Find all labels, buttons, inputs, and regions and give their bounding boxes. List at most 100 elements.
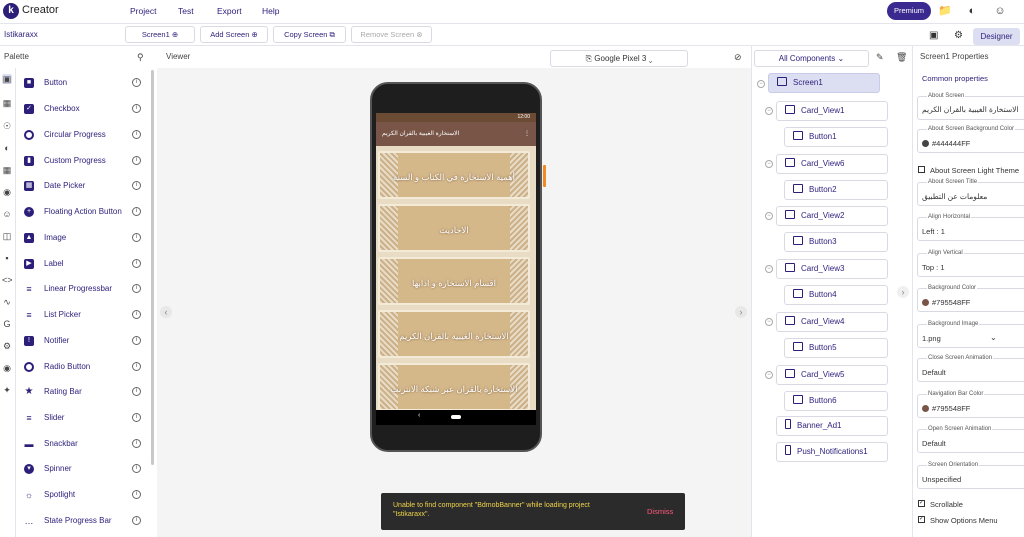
user-icon[interactable]: ☺: [994, 5, 1006, 17]
tree-node-banner-ad1[interactable]: Banner_Ad1: [776, 416, 888, 436]
info-icon[interactable]: i: [132, 464, 141, 473]
palette-item-custom-progress[interactable]: ▮ Custom Progress i: [18, 153, 152, 171]
image-icon[interactable]: ▣: [929, 30, 938, 41]
align-vertical-field[interactable]: Align Vertical Top : 1: [917, 250, 1024, 277]
social-icon[interactable]: ☺: [2, 209, 12, 219]
chevron-left-icon[interactable]: ‹: [160, 306, 172, 318]
puzzle-icon[interactable]: ✦: [2, 385, 12, 395]
collapse-icon[interactable]: −: [765, 318, 773, 326]
palette-item-radio-button[interactable]: Radio Button i: [18, 359, 152, 377]
collapse-icon[interactable]: −: [757, 80, 765, 88]
info-icon[interactable]: i: [132, 362, 141, 371]
tree-node-card-view5[interactable]: Card_View5: [776, 365, 888, 385]
tree-node-button1[interactable]: Button1: [784, 127, 888, 147]
info-icon[interactable]: i: [132, 181, 141, 190]
palette-item-linear-progressbar[interactable]: ≡ Linear Progressbar i: [18, 281, 152, 299]
components-icon[interactable]: ▣: [2, 74, 12, 84]
info-icon[interactable]: i: [132, 130, 141, 139]
delete-icon[interactable]: 🗑: [896, 52, 907, 63]
extension-icon[interactable]: ⚙: [2, 341, 12, 351]
palette-item-slider[interactable]: ≡ Slider i: [18, 410, 152, 428]
palette-scrollbar[interactable]: [151, 70, 154, 465]
layout-icon[interactable]: ▦: [2, 98, 12, 108]
palette-icon[interactable]: ◐: [966, 5, 978, 17]
navigation-bar-color-field[interactable]: Navigation Bar Color #795548FF: [917, 391, 1024, 418]
media-icon[interactable]: ☉: [2, 121, 12, 131]
info-icon[interactable]: i: [132, 490, 141, 499]
screen-selector[interactable]: Screen1 ⊕: [125, 26, 195, 43]
remove-screen-button[interactable]: Remove Screen ⊗: [351, 26, 432, 43]
connectivity-icon[interactable]: ▪: [2, 253, 12, 263]
info-icon[interactable]: i: [132, 413, 141, 422]
menu-test[interactable]: Test: [178, 6, 194, 16]
edit-icon[interactable]: ✎: [876, 52, 884, 63]
palette-item-rating-bar[interactable]: ★ Rating Bar i: [18, 384, 152, 402]
chevron-right-icon[interactable]: ›: [735, 306, 747, 318]
visibility-off-icon[interactable]: ⊘: [734, 52, 742, 63]
sensor-icon[interactable]: ◉: [2, 187, 12, 197]
designer-tab[interactable]: Designer: [973, 28, 1020, 45]
menu-help[interactable]: Help: [262, 6, 279, 16]
palette-item-date-picker[interactable]: ▦ Date Picker i: [18, 178, 152, 196]
tree-node-button2[interactable]: Button2: [784, 180, 888, 200]
screen-orientation-field[interactable]: Screen Orientation Unspecified: [917, 462, 1024, 489]
background-image-field[interactable]: Background Image 1.png ⌄: [917, 321, 1024, 348]
collapse-icon[interactable]: −: [765, 265, 773, 273]
info-icon[interactable]: i: [132, 156, 141, 165]
palette-item-spinner[interactable]: ▾ Spinner i: [18, 461, 152, 479]
background-color-field[interactable]: Background Color #795548FF: [917, 285, 1024, 312]
tab-common-properties[interactable]: Common properties: [922, 74, 988, 83]
info-icon[interactable]: i: [132, 387, 141, 396]
menu-export[interactable]: Export: [217, 6, 242, 16]
tree-node-card-view4[interactable]: Card_View4: [776, 312, 888, 332]
search-icon[interactable]: ⚲: [137, 52, 144, 63]
palette-item-label[interactable]: ▶ Label i: [18, 256, 152, 274]
info-icon[interactable]: i: [132, 104, 141, 113]
collapse-icon[interactable]: −: [765, 371, 773, 379]
tree-node-card-view3[interactable]: Card_View3: [776, 259, 888, 279]
card-3[interactable]: اقسام الاستخارة و ادابها: [378, 257, 530, 305]
info-icon[interactable]: i: [132, 336, 141, 345]
close-screen-animation-field[interactable]: Close Screen Animation Default: [917, 355, 1024, 382]
tree-node-card-view2[interactable]: Card_View2: [776, 206, 888, 226]
card-5[interactable]: الاستخارة بالقران عبر شبكة الانترنت: [378, 363, 530, 411]
palette-item-checkbox[interactable]: ✓ Checkbox i: [18, 101, 152, 119]
tree-node-card-view1[interactable]: Card_View1: [776, 101, 888, 121]
google-icon[interactable]: G: [2, 319, 12, 329]
dismiss-button[interactable]: Dismiss: [647, 507, 673, 516]
palette-icon[interactable]: ◐: [2, 143, 12, 153]
collapse-icon[interactable]: −: [765, 107, 773, 115]
chevron-right-icon[interactable]: ›: [897, 286, 909, 298]
info-icon[interactable]: i: [132, 439, 141, 448]
info-icon[interactable]: i: [132, 78, 141, 87]
device-selector[interactable]: ⎘ Google Pixel 3 ⌄: [550, 50, 688, 67]
menu-project[interactable]: Project: [130, 6, 156, 16]
card-1[interactable]: أهمية الاستخارة في الكتاب و السنة: [378, 151, 530, 199]
tree-node-button3[interactable]: Button3: [784, 232, 888, 252]
gear-icon[interactable]: ⚙: [954, 30, 963, 41]
info-icon[interactable]: i: [132, 207, 141, 216]
palette-item-button[interactable]: ■ Button i: [18, 75, 152, 93]
card-4[interactable]: الاستخارة الغيبية بالقران الكريم: [378, 310, 530, 358]
info-icon[interactable]: i: [132, 516, 141, 525]
info-icon[interactable]: i: [132, 233, 141, 242]
add-screen-button[interactable]: Add Screen ⊕: [200, 26, 268, 43]
storage-icon[interactable]: ◫: [2, 231, 12, 241]
more-vert-icon[interactable]: ⋮: [524, 122, 530, 146]
folder-icon[interactable]: 📁: [938, 5, 952, 17]
tree-node-card-view6[interactable]: Card_View6: [776, 154, 888, 174]
palette-item-list-picker[interactable]: ≡ List Picker i: [18, 307, 152, 325]
tree-node-button5[interactable]: Button5: [784, 338, 888, 358]
show-options-menu-checkbox[interactable]: ✓: [918, 516, 925, 523]
palette-item-fab[interactable]: + Floating Action Button i: [18, 204, 152, 222]
info-icon[interactable]: i: [132, 284, 141, 293]
palette-item-state-progress-bar[interactable]: … State Progress Bar i: [18, 513, 152, 531]
card-2[interactable]: الاحاديث: [378, 204, 530, 252]
tree-node-button6[interactable]: Button6: [784, 391, 888, 411]
palette-item-snackbar[interactable]: ▬ Snackbar i: [18, 436, 152, 454]
align-horizontal-field[interactable]: Align Horizontal Left : 1: [917, 214, 1024, 241]
about-screen-field[interactable]: About Screen الاستخارة الغيبية بالقران ال…: [917, 93, 1024, 120]
collapse-icon[interactable]: −: [765, 212, 773, 220]
info-icon[interactable]: i: [132, 310, 141, 319]
about-light-theme-checkbox[interactable]: [918, 166, 925, 173]
